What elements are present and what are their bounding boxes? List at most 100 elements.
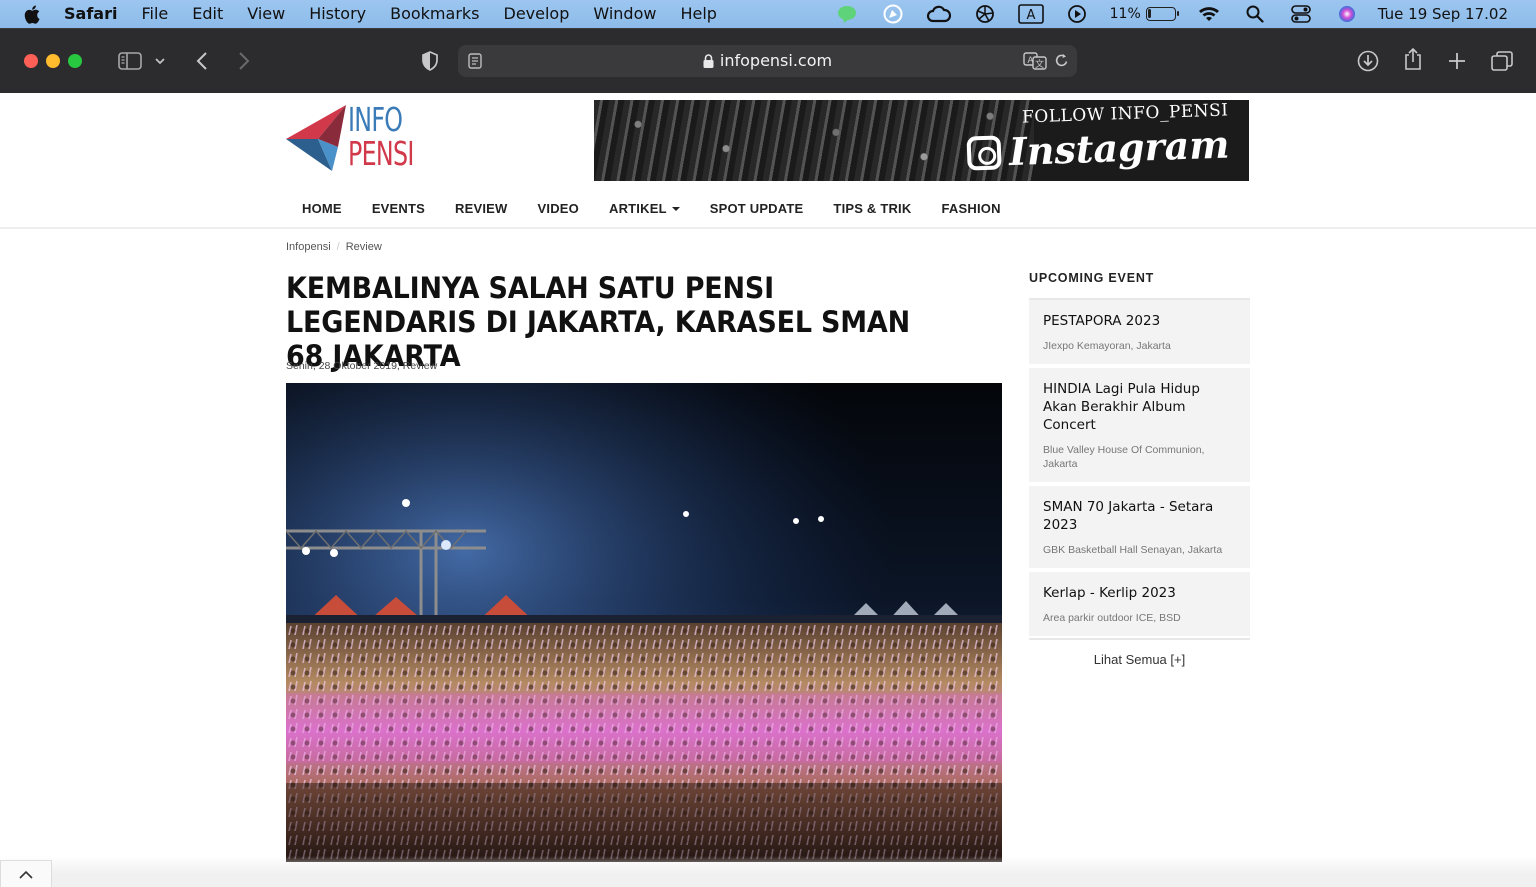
event-item[interactable]: Kerlap - Kerlip 2023 Area parkir outdoor… [1029,572,1250,640]
nav-spot-update[interactable]: SPOT UPDATE [695,201,819,216]
nav-events[interactable]: EVENTS [357,201,440,216]
nav-video[interactable]: VIDEO [523,201,594,216]
window-controls [0,54,100,68]
apple-menu[interactable] [0,5,64,24]
battery-icon [1145,7,1179,21]
nav-fashion[interactable]: FASHION [926,201,1015,216]
scroll-to-top-button[interactable] [0,860,52,887]
menu-history[interactable]: History [297,0,378,28]
event-location: Blue Valley House Of Communion, Jakarta [1043,444,1205,470]
event-location: JIexpo Kemayoran, Jakarta [1043,340,1171,352]
instagram-icon [966,134,1002,171]
event-item[interactable]: HINDIA Lagi Pula Hidup Akan Berakhir Alb… [1029,368,1250,486]
upcoming-events-sidebar: UPCOMING EVENT PESTAPORA 2023 JIexpo Kem… [1029,271,1250,667]
aperture-icon[interactable] [962,0,1008,28]
nav-divider [0,227,1536,229]
chevron-left-icon [196,52,207,70]
menu-bar: Safari File Edit View History Bookmarks … [0,0,1536,28]
input-source-icon[interactable]: A [1008,0,1054,28]
sidebar-icon [118,52,142,70]
tabs-icon [1491,51,1513,71]
creative-cloud-icon[interactable] [916,0,962,28]
sidebar-divider [1029,638,1250,640]
play-status-icon[interactable] [1054,0,1100,28]
concert-crowd-photo [286,383,1002,862]
chevron-up-icon [19,870,33,879]
breadcrumb-review[interactable]: Review [346,241,382,253]
caret-down-icon [671,206,680,211]
minimize-window-button[interactable] [46,54,60,68]
web-page: INFO PENSI FOLLOW INFO_PENSI Instagram H… [0,93,1536,887]
event-title[interactable]: PESTAPORA 2023 [1043,312,1236,330]
new-tab-button[interactable] [1446,45,1468,77]
menu-file[interactable]: File [129,0,180,28]
event-location: Area parkir outdoor ICE, BSD [1043,612,1181,624]
menu-view[interactable]: View [235,0,297,28]
navigation-status-icon[interactable] [870,0,916,28]
privacy-report-button[interactable] [418,45,442,77]
nav-tips-trik[interactable]: TIPS & TRIK [818,201,926,216]
nav-artikel[interactable]: ARTIKEL [594,201,695,216]
event-location: GBK Basketball Hall Senayan, Jakarta [1043,544,1223,556]
chevron-down-icon [155,58,165,65]
menu-edit[interactable]: Edit [180,0,235,28]
spotlight-search-icon[interactable] [1232,0,1278,28]
wifi-icon[interactable] [1186,0,1232,28]
event-title[interactable]: HINDIA Lagi Pula Hidup Akan Berakhir Alb… [1043,380,1236,434]
zoom-window-button[interactable] [68,54,82,68]
banner-instagram-text: Instagram [1007,121,1230,175]
main-nav: HOME EVENTS REVIEW VIDEO ARTIKEL SPOT UP… [286,193,1016,223]
url-display[interactable]: infopensi.com [458,51,1077,72]
tab-overview-button[interactable] [1490,45,1514,77]
article-meta: Senin, 28 Oktober 2019, Review [286,360,438,372]
nav-artikel-label: ARTIKEL [608,200,667,216]
close-window-button[interactable] [24,54,38,68]
nav-home[interactable]: HOME [286,201,357,216]
sidebar-toggle-button[interactable] [116,45,144,77]
banner-instagram-brand: Instagram [966,121,1230,175]
menubar-clock[interactable]: Tue 19 Sep 17.02 [1370,5,1516,23]
logo-text: INFO PENSI [348,103,414,171]
reload-icon[interactable] [1054,53,1069,74]
menu-help[interactable]: Help [668,0,728,28]
shield-icon [422,51,438,71]
logo-mark-icon [286,105,346,171]
breadcrumb: Infopensi / Review [286,241,382,253]
download-icon [1357,50,1379,72]
battery-percent: 11% [1109,6,1141,22]
event-title[interactable]: Kerlap - Kerlip 2023 [1043,584,1236,602]
menu-develop[interactable]: Develop [492,0,582,28]
site-logo[interactable]: INFO PENSI [286,103,426,173]
breadcrumb-home[interactable]: Infopensi [286,241,331,253]
lock-icon [703,53,714,72]
apple-icon [24,5,40,24]
logo-info: INFO [348,100,403,139]
event-item[interactable]: SMAN 70 Jakarta - Setara 2023 GBK Basket… [1029,486,1250,572]
line-status-icon[interactable] [824,0,870,28]
event-title[interactable]: SMAN 70 Jakarta - Setara 2023 [1043,498,1236,534]
menu-app-name[interactable]: Safari [64,0,129,28]
forward-button[interactable] [232,45,256,77]
translate-icon[interactable]: A文 [1023,52,1047,75]
control-center-icon[interactable] [1278,0,1324,28]
battery-status[interactable]: 11% [1100,6,1186,22]
downloads-button[interactable] [1356,45,1380,77]
article-hero-image[interactable] [286,383,1002,862]
article-title: KEMBALINYA SALAH SATU PENSI LEGENDARIS D… [286,271,911,373]
back-button[interactable] [190,45,214,77]
plus-icon [1449,53,1465,69]
event-item[interactable]: PESTAPORA 2023 JIexpo Kemayoran, Jakarta [1029,300,1250,368]
battery-fill [1147,9,1151,18]
menu-bookmarks[interactable]: Bookmarks [378,0,491,28]
chevron-right-icon [239,52,250,70]
svg-text:文: 文 [1035,58,1044,70]
instagram-banner[interactable]: FOLLOW INFO_PENSI Instagram [594,100,1249,181]
address-bar[interactable]: infopensi.com A文 [458,45,1077,77]
breadcrumb-separator: / [336,241,340,253]
nav-review[interactable]: REVIEW [440,201,522,216]
tab-group-dropdown[interactable] [152,45,168,77]
menu-window[interactable]: Window [581,0,668,28]
see-all-events-link[interactable]: Lihat Semua [+] [1029,652,1250,667]
share-button[interactable] [1401,43,1425,75]
siri-icon[interactable] [1324,0,1370,28]
